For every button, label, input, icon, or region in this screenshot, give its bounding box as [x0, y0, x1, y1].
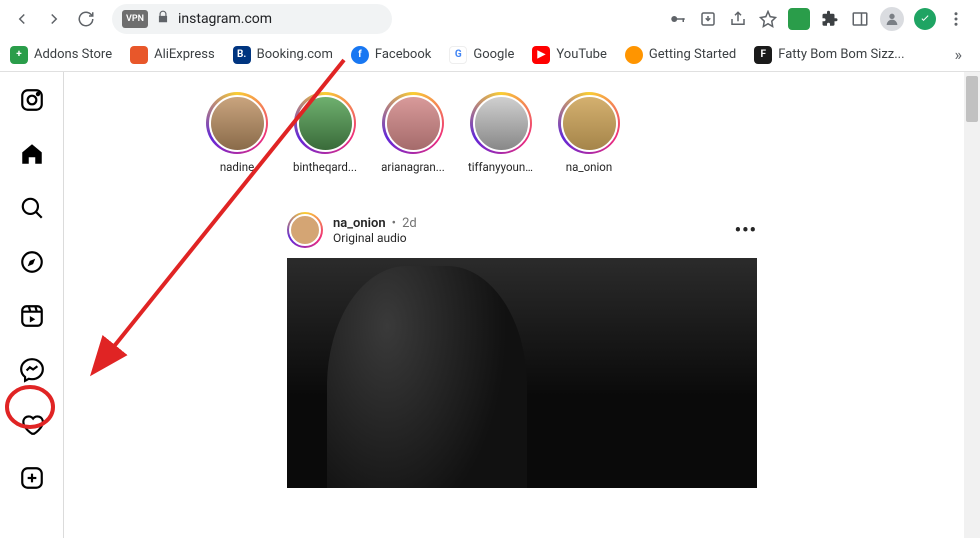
story-ring-icon	[294, 92, 356, 154]
shield-icon[interactable]	[914, 8, 936, 30]
vpn-badge: VPN	[122, 10, 148, 28]
bookmark-booking[interactable]: B. Booking.com	[233, 46, 333, 64]
post-username[interactable]: na_onion	[333, 216, 386, 231]
favicon-icon: G	[449, 46, 467, 64]
bookmark-label: Booking.com	[257, 47, 333, 62]
post-avatar-ring-icon[interactable]	[287, 212, 323, 248]
post-media[interactable]	[287, 258, 757, 488]
messenger-icon[interactable]	[18, 356, 46, 384]
bookmark-label: YouTube	[556, 47, 607, 62]
bookmark-label: Google	[473, 47, 514, 62]
story-item[interactable]: na_onion	[556, 92, 622, 174]
lock-icon	[156, 10, 170, 28]
instagram-feed: nadine bintheqard... arianagran... tiffa…	[64, 72, 980, 538]
bookmarks-overflow-button[interactable]: »	[947, 45, 971, 64]
story-ring-icon	[206, 92, 268, 154]
story-ring-icon	[382, 92, 444, 154]
bookmark-label: AliExpress	[154, 47, 215, 62]
favicon-icon	[130, 46, 148, 64]
bookmark-label: Facebook	[375, 47, 431, 62]
instagram-app: nadine bintheqard... arianagran... tiffa…	[0, 72, 980, 538]
bookmarks-bar: + Addons Store AliExpress B. Booking.com f…	[0, 38, 980, 72]
story-item[interactable]: arianagran...	[380, 92, 446, 174]
password-manager-icon[interactable]	[788, 8, 810, 30]
post-separator: •	[392, 216, 396, 231]
bookmark-google[interactable]: G Google	[449, 46, 514, 64]
bookmark-label: Addons Store	[34, 47, 112, 62]
story-ring-icon	[470, 92, 532, 154]
story-username: na_onion	[566, 160, 612, 174]
favicon-icon: F	[754, 46, 772, 64]
feed-post: na_onion • 2d Original audio •••	[287, 212, 757, 488]
address-bar[interactable]: VPN instagram.com	[112, 4, 392, 34]
browser-toolbar: VPN instagram.com	[0, 0, 980, 38]
reels-icon[interactable]	[18, 302, 46, 330]
post-timestamp: 2d	[402, 216, 417, 231]
forward-button[interactable]	[40, 5, 68, 33]
install-icon[interactable]	[698, 9, 718, 29]
reload-button[interactable]	[72, 5, 100, 33]
explore-icon[interactable]	[18, 248, 46, 276]
instagram-logo-icon[interactable]	[18, 86, 46, 114]
notifications-icon[interactable]	[18, 410, 46, 438]
bookmark-label: Fatty Bom Bom Sizz...	[778, 47, 904, 62]
star-icon[interactable]	[758, 9, 778, 29]
favicon-icon: B.	[233, 46, 251, 64]
sidepanel-icon[interactable]	[850, 9, 870, 29]
post-meta: na_onion • 2d Original audio	[333, 216, 725, 245]
bookmark-label: Getting Started	[649, 47, 736, 62]
stories-tray: nadine bintheqard... arianagran... tiffa…	[204, 92, 840, 174]
story-username: arianagran...	[381, 160, 445, 174]
story-username: nadine	[220, 160, 254, 174]
bookmark-getting-started[interactable]: Getting Started	[625, 46, 736, 64]
share-icon[interactable]	[728, 9, 748, 29]
story-username: tiffanyyoun...	[468, 160, 534, 174]
extensions-icon[interactable]	[820, 9, 840, 29]
profile-avatar-icon[interactable]	[880, 7, 904, 31]
key-icon[interactable]	[668, 9, 688, 29]
scrollbar-track[interactable]	[964, 72, 980, 538]
instagram-sidebar	[0, 72, 64, 538]
create-icon[interactable]	[18, 464, 46, 492]
favicon-icon: ▶	[532, 46, 550, 64]
bookmark-facebook[interactable]: f Facebook	[351, 46, 431, 64]
bookmark-addons-store[interactable]: + Addons Store	[10, 46, 112, 64]
toolbar-right	[668, 7, 972, 31]
favicon-icon	[625, 46, 643, 64]
story-item[interactable]: nadine	[204, 92, 270, 174]
favicon-icon: +	[10, 46, 28, 64]
url-text: instagram.com	[178, 11, 382, 27]
post-audio-label[interactable]: Original audio	[333, 231, 725, 245]
kebab-menu-icon[interactable]	[946, 9, 966, 29]
back-button[interactable]	[8, 5, 36, 33]
story-ring-icon	[558, 92, 620, 154]
favicon-icon: f	[351, 46, 369, 64]
post-header: na_onion • 2d Original audio •••	[287, 212, 757, 248]
story-item[interactable]: bintheqard...	[292, 92, 358, 174]
story-item[interactable]: tiffanyyoun...	[468, 92, 534, 174]
story-username: bintheqard...	[293, 160, 357, 174]
post-more-button[interactable]: •••	[735, 220, 757, 241]
scrollbar-thumb[interactable]	[966, 76, 978, 122]
home-icon[interactable]	[18, 140, 46, 168]
bookmark-youtube[interactable]: ▶ YouTube	[532, 46, 607, 64]
search-icon[interactable]	[18, 194, 46, 222]
bookmark-aliexpress[interactable]: AliExpress	[130, 46, 215, 64]
bookmark-fatty-bom[interactable]: F Fatty Bom Bom Sizz...	[754, 46, 904, 64]
